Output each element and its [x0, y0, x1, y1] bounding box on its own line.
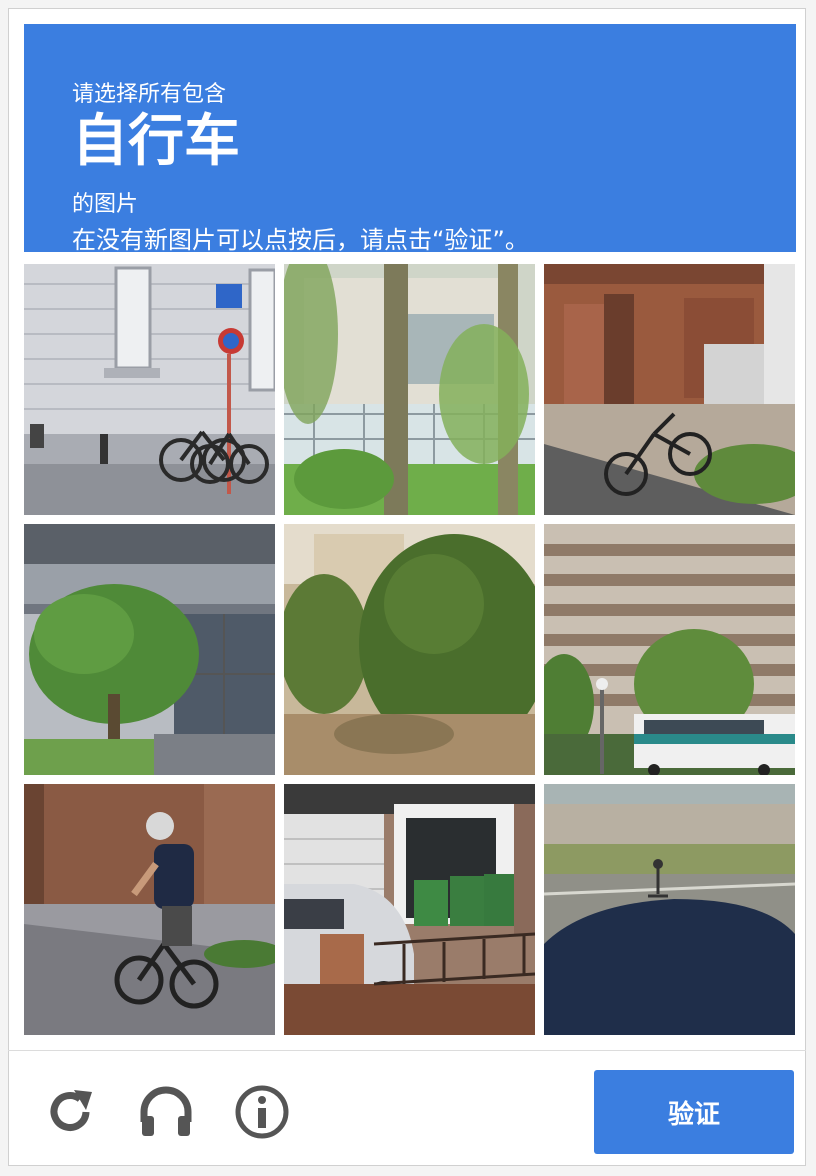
cyclist-image	[24, 784, 275, 1035]
reload-icon[interactable]	[40, 1082, 100, 1142]
image-tile-7[interactable]	[24, 784, 275, 1035]
street-bicycles-image	[24, 264, 275, 515]
headphones-icon[interactable]	[136, 1082, 196, 1142]
image-tile-9[interactable]	[544, 784, 795, 1035]
image-tile-6[interactable]	[544, 524, 795, 775]
image-grid	[24, 264, 796, 1036]
verify-button[interactable]: 验证	[594, 1070, 794, 1154]
info-icon[interactable]	[232, 1082, 292, 1142]
image-tile-8[interactable]	[284, 784, 535, 1035]
footer-divider	[8, 1050, 806, 1051]
trees-fence-image	[284, 264, 535, 515]
image-tile-2[interactable]	[284, 264, 535, 515]
garage-bins-image	[284, 784, 535, 1035]
road-shadow-image	[544, 784, 795, 1035]
prompt-suffix: 的图片	[72, 192, 139, 217]
building-tree-image	[24, 524, 275, 775]
instruction-text: 在没有新图片可以点按后，请点击“验证”。	[72, 226, 529, 254]
challenge-header: 请选择所有包含 自行车 的图片 在没有新图片可以点按后，请点击“验证”。	[24, 24, 796, 254]
image-tile-4[interactable]	[24, 524, 275, 775]
brick-house-bicycle-image	[544, 264, 795, 515]
image-tile-5[interactable]	[284, 524, 535, 775]
bushes-image	[284, 524, 535, 775]
challenge-keyword: 自行车	[72, 109, 240, 174]
image-tile-1[interactable]	[24, 264, 275, 515]
apartment-bus-image	[544, 524, 795, 775]
prompt-prefix: 请选择所有包含	[72, 82, 227, 107]
image-tile-3[interactable]	[544, 264, 795, 515]
